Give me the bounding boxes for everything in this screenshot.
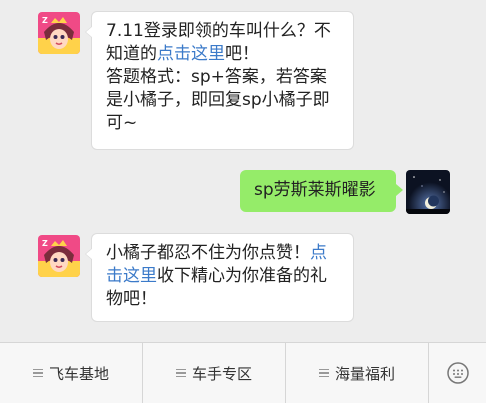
message-text: 吧！	[225, 44, 259, 64]
message-line: 可~	[106, 112, 341, 135]
official-avatar-icon[interactable]: Z	[38, 235, 80, 277]
menu-item-feiche-base[interactable]: 飞车基地	[0, 343, 143, 403]
message-text: 是小橘子，即回复sp小橘子即	[106, 90, 330, 110]
keyboard-toggle-button[interactable]	[429, 343, 486, 403]
message-line: 是小橘子，即回复sp小橘子即	[106, 89, 341, 112]
message-text: 物吧！	[106, 289, 157, 309]
click-here-link[interactable]: 点	[310, 243, 327, 263]
incoming-message-bubble: 小橘子都忍不住为你点赞！点 击这里收下精心为你准备的礼 物吧！	[85, 233, 354, 322]
message-line: 击这里收下精心为你准备的礼	[106, 265, 341, 288]
message-line: 小橘子都忍不住为你点赞！点	[106, 242, 341, 265]
message-text: 知道的	[106, 44, 157, 64]
message-text: sp劳斯莱斯曜影	[254, 180, 376, 200]
message-text: 收下精心为你准备的礼	[157, 266, 327, 286]
menu-lines-icon	[318, 367, 329, 380]
official-avatar-icon[interactable]: Z	[38, 12, 80, 54]
menu-lines-icon	[175, 367, 186, 380]
click-here-link[interactable]: 击这里	[106, 266, 157, 286]
svg-text:Z: Z	[42, 239, 48, 248]
outgoing-message-bubble: sp劳斯莱斯曜影	[240, 170, 403, 212]
message-text: 小橘子都忍不住为你点赞！	[106, 243, 310, 263]
keyboard-icon	[446, 362, 469, 384]
bottom-menu-bar: 飞车基地 车手专区 海量福利	[0, 342, 486, 403]
menu-item-driver-zone[interactable]: 车手专区	[143, 343, 286, 403]
click-here-link[interactable]: 点击这里	[157, 44, 225, 64]
message-text: 可~	[106, 113, 138, 133]
menu-item-label: 海量福利	[334, 364, 395, 383]
menu-item-label: 飞车基地	[48, 364, 109, 383]
menu-item-label: 车手专区	[191, 364, 252, 383]
message-text: 答题格式：sp+答案，若答案	[106, 67, 327, 87]
user-avatar-icon[interactable]	[406, 170, 450, 214]
message-line: 答题格式：sp+答案，若答案	[106, 66, 341, 89]
incoming-message-bubble: 7.11登录即领的车叫什么？不 知道的点击这里吧！ 答题格式：sp+答案，若答案…	[85, 11, 354, 150]
message-line: 物吧！	[106, 288, 341, 311]
menu-lines-icon	[32, 367, 43, 380]
menu-item-welfare[interactable]: 海量福利	[286, 343, 429, 403]
message-line: 知道的点击这里吧！	[106, 43, 341, 66]
message-line: 7.11登录即领的车叫什么？不	[106, 20, 341, 43]
message-text: 7.11登录即领的车叫什么？不	[106, 21, 331, 41]
svg-text:Z: Z	[42, 16, 48, 25]
